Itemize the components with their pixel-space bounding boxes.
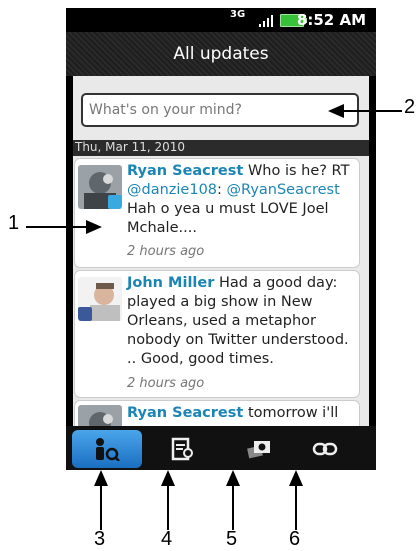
post-author[interactable]: John Miller: [127, 275, 214, 291]
status-bar: 3G 8:52 AM: [66, 8, 376, 32]
callout-line-1: [26, 226, 94, 228]
links-tab[interactable]: [290, 430, 360, 468]
avatar[interactable]: [78, 277, 122, 321]
post-author[interactable]: Ryan Seacrest: [127, 163, 243, 179]
post-body-start: Who is he? RT: [247, 163, 350, 179]
network-type: 3G: [230, 9, 246, 20]
twitter-icon: [108, 195, 122, 209]
signal-icon: [259, 15, 275, 27]
updates-content: What's on your mind? Thu, Mar 11, 2010 R…: [73, 76, 369, 426]
callout-number-6: 6: [289, 528, 301, 550]
bottom-tab-bar: [66, 426, 376, 470]
arrow-up-icon: [226, 470, 240, 486]
people-tab[interactable]: [72, 430, 142, 468]
page-title: All updates: [173, 44, 269, 64]
callout-line-4: [167, 480, 169, 530]
callout-line-2: [340, 110, 402, 112]
title-bar: All updates: [66, 32, 376, 76]
feed-item[interactable]: Ryan Seacrest tomorrow i'll: [74, 400, 360, 426]
updates-tab[interactable]: [148, 430, 218, 468]
photos-tab[interactable]: [224, 430, 294, 468]
feed-item[interactable]: John Miller Had a good day: played a big…: [74, 270, 360, 398]
post-timestamp: 2 hours ago: [127, 376, 205, 391]
callout-line-6: [295, 480, 297, 530]
link-icon: [312, 442, 338, 456]
people-icon: [96, 438, 120, 461]
status-input-placeholder: What's on your mind?: [89, 102, 242, 118]
callout-number-1: 1: [8, 212, 20, 234]
post-body-end: Hah o yea u must LOVE Joel Mchale....: [127, 201, 329, 236]
callout-number-2: 2: [404, 96, 416, 118]
callout-line-5: [232, 480, 234, 530]
date-header-text: Thu, Mar 11, 2010: [75, 140, 186, 154]
avatar[interactable]: [78, 165, 122, 209]
callout-number-3: 3: [94, 528, 106, 550]
post-separator: :: [217, 182, 222, 198]
arrow-up-icon: [94, 470, 108, 486]
photos-icon: [247, 441, 270, 459]
date-header: Thu, Mar 11, 2010: [73, 140, 369, 156]
status-time: 8:52 AM: [296, 11, 366, 29]
post-author[interactable]: Ryan Seacrest: [127, 405, 243, 421]
feed-item[interactable]: Ryan Seacrest Who is he? RT @danzie108: …: [74, 158, 360, 268]
facebook-icon: [78, 307, 92, 321]
avatar[interactable]: [78, 405, 122, 426]
post-text: John Miller Had a good day: played a big…: [127, 274, 357, 369]
mention-link[interactable]: @RyanSeacrest: [227, 182, 340, 198]
arrow-up-icon: [289, 470, 303, 486]
post-timestamp: 2 hours ago: [127, 244, 205, 259]
post-body: tomorrow i'll: [247, 405, 339, 421]
arrow-left-icon: [328, 104, 344, 118]
callout-line-3: [100, 480, 102, 530]
callout-number-5: 5: [226, 528, 238, 550]
status-input[interactable]: What's on your mind?: [81, 93, 359, 127]
feed-list[interactable]: Ryan Seacrest Who is he? RT @danzie108: …: [73, 156, 369, 426]
phone-screen: 3G 8:52 AM All updates What's on your mi…: [66, 8, 376, 470]
mention-link[interactable]: @danzie108: [127, 182, 217, 198]
arrow-right-icon: [86, 220, 102, 234]
callout-number-4: 4: [161, 528, 173, 550]
post-text: Ryan Seacrest Who is he? RT @danzie108: …: [127, 162, 357, 238]
post-text: Ryan Seacrest tomorrow i'll: [127, 404, 357, 423]
updates-icon: [171, 437, 193, 461]
arrow-up-icon: [161, 470, 175, 486]
